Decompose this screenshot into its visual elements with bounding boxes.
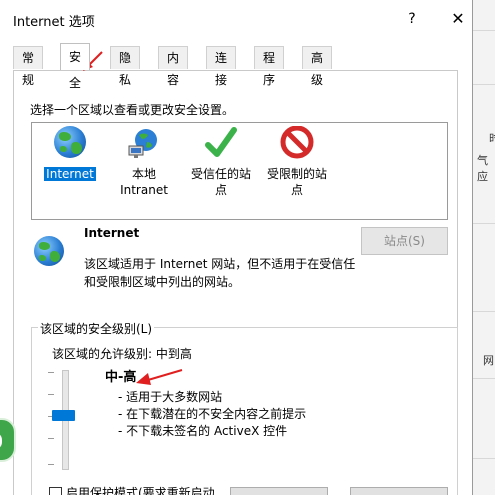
- tab-programs[interactable]: 程序: [254, 46, 285, 87]
- zone-internet[interactable]: Internet: [44, 126, 96, 182]
- background-divider: [473, 30, 495, 31]
- globe-icon: [52, 126, 88, 162]
- slider-tick: [48, 394, 54, 395]
- background-divider: [473, 378, 495, 379]
- no-entry-icon: [279, 125, 315, 162]
- slider-tick: [48, 464, 54, 465]
- zone-local-intranet[interactable]: 本地 Intranet: [116, 126, 172, 198]
- screen: 时 气应 网 Internet 选项 ? ✕ 常规 安全 隐私 内容 连接 程序…: [0, 0, 495, 495]
- sites-button[interactable]: 站点(S): [361, 227, 448, 255]
- background-divider: [473, 458, 495, 459]
- level-details: - 适用于大多数网站 - 在下载潜在的不安全内容之前提示 - 不下载未签名的 A…: [118, 389, 306, 440]
- zone-trusted-sites[interactable]: 受信任的站 点: [186, 126, 256, 198]
- zone-label: Internet: [44, 167, 96, 181]
- protected-mode-checkbox[interactable]: [49, 487, 62, 495]
- background-text: 网: [483, 354, 494, 367]
- globe-icon: [34, 236, 64, 266]
- current-level-name: 中-高: [105, 370, 137, 385]
- checkmark-icon: [203, 126, 239, 162]
- background-text: 气应: [477, 154, 488, 183]
- zone-label: 受信任的站 点: [190, 167, 251, 197]
- slider-tick: [48, 372, 54, 373]
- slider-thumb[interactable]: [52, 410, 75, 421]
- background-divider: [473, 311, 495, 312]
- default-level-button[interactable]: [350, 487, 448, 495]
- close-button[interactable]: ✕: [445, 6, 471, 32]
- level-detail-item: - 在下载潜在的不安全内容之前提示: [118, 407, 307, 421]
- intranet-icon: [126, 126, 162, 162]
- tab-general[interactable]: 常规: [13, 46, 44, 87]
- annotation-arrow-icon: [136, 369, 183, 385]
- protected-mode-option[interactable]: 启用保护模式(要求重新启动: [49, 484, 215, 495]
- background-window: 时 气应 网: [472, 0, 495, 495]
- tab-advanced[interactable]: 高级: [302, 46, 333, 87]
- level-detail-item: - 适用于大多数网站: [118, 390, 223, 404]
- allowed-levels-text: 该区域的允许级别: 中到高: [52, 347, 192, 361]
- zone-label: 本地 Intranet: [120, 167, 168, 197]
- background-divider: [473, 223, 495, 224]
- level-detail-item: - 不下载未签名的 ActiveX 控件: [118, 424, 288, 438]
- zone-restricted-sites[interactable]: 受限制的站 点: [262, 125, 332, 198]
- security-level-legend: 该区域的安全级别(L): [38, 320, 155, 337]
- internet-options-dialog: Internet 选项 ? ✕ 常规 安全 隐私 内容 连接 程序 高级 选择一…: [0, 0, 473, 495]
- dialog-title: Internet 选项: [13, 15, 95, 30]
- tab-content[interactable]: 内容: [158, 46, 189, 87]
- zone-info-description: 该区域适用于 Internet 网站，但不适用于在受信任和受限制区域中列出的网站…: [84, 257, 356, 289]
- title-bar[interactable]: Internet 选项 ? ✕: [0, 0, 472, 38]
- protected-mode-label: 启用保护模式(要求重新启动: [66, 486, 215, 495]
- zone-instruction: 选择一个区域以查看或更改安全设置。: [30, 103, 235, 117]
- floating-assistant-icon[interactable]: [0, 418, 16, 462]
- help-button[interactable]: ?: [400, 6, 424, 32]
- background-text: 时: [489, 132, 495, 145]
- tab-connections[interactable]: 连接: [206, 46, 237, 87]
- tab-privacy[interactable]: 隐私: [110, 46, 141, 87]
- slider-tick: [48, 438, 54, 439]
- zone-label: 受限制的站 点: [266, 167, 327, 197]
- zone-info-title: Internet: [84, 226, 140, 240]
- tab-security[interactable]: 安全: [60, 43, 91, 90]
- background-divider: [473, 84, 495, 85]
- custom-level-button[interactable]: [230, 487, 328, 495]
